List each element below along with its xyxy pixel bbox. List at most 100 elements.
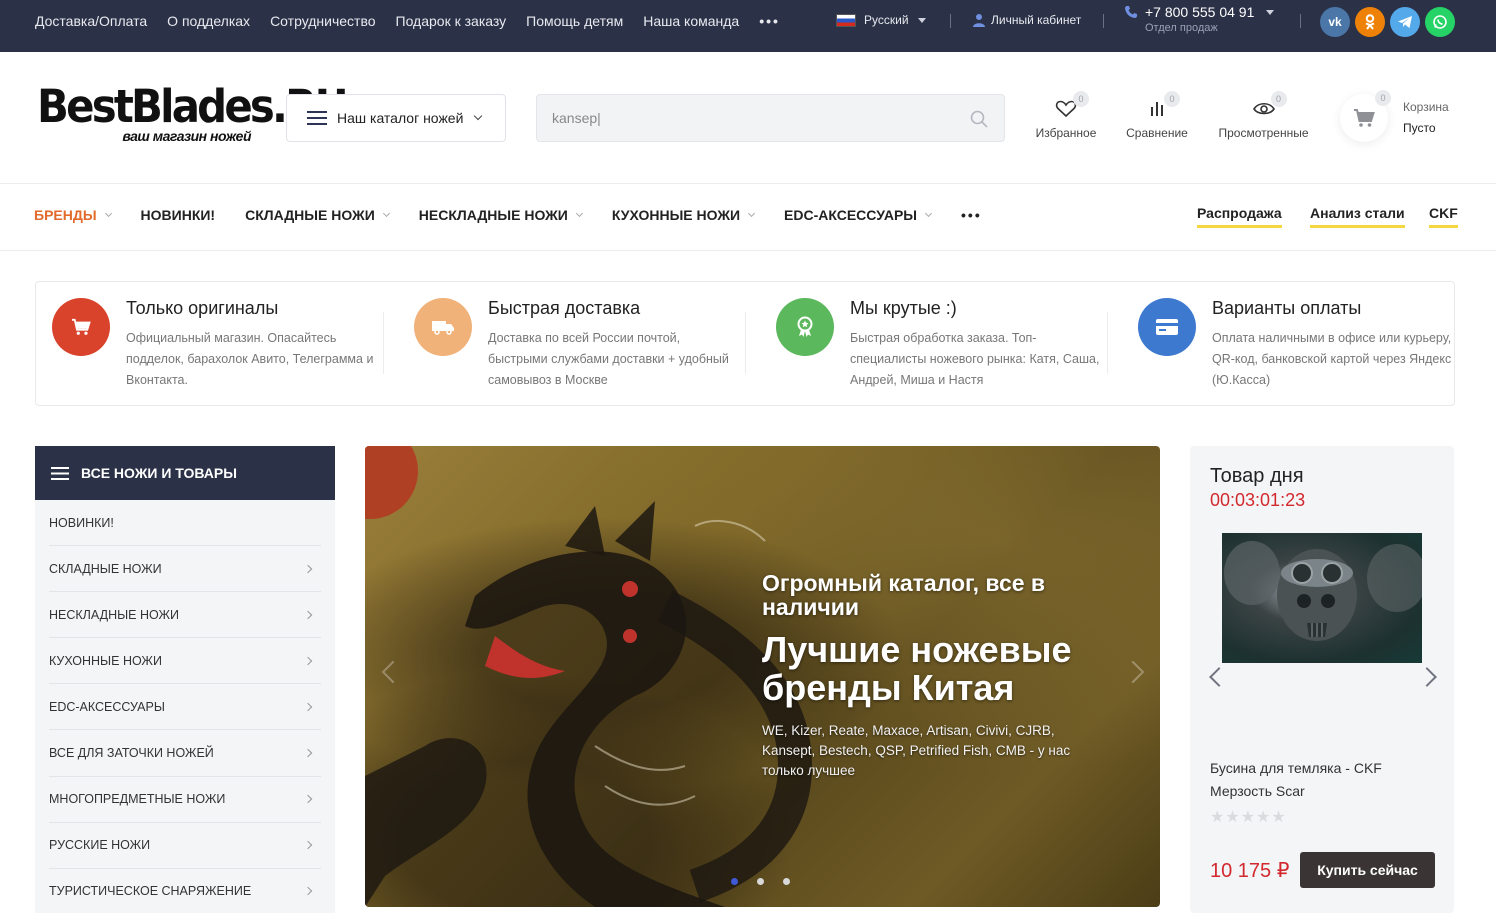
sidebar-title: ВСЕ НОЖИ И ТОВАРЫ: [81, 465, 237, 481]
cart-icon: [52, 298, 110, 356]
shopping-cart-icon: [1354, 109, 1375, 127]
slider-dot[interactable]: [731, 878, 738, 885]
chevron-right-icon: [303, 610, 313, 619]
search-icon[interactable]: [970, 110, 988, 128]
product-price: 10 175 ₽: [1210, 860, 1290, 882]
star-icon: ★: [1271, 809, 1287, 826]
star-icon: ★: [1240, 809, 1257, 826]
divider: [1300, 14, 1301, 28]
telegram-icon[interactable]: [1390, 7, 1420, 37]
nav-link-steel-analysis[interactable]: Анализ стали: [1310, 205, 1405, 228]
category-sidebar: ВСЕ НОЖИ И ТОВАРЫ НОВИНКИ! СКЛАДНЫЕ НОЖИ…: [35, 446, 335, 913]
social-links: vk: [1320, 7, 1460, 37]
logo-text: BestBlades.RU: [37, 80, 349, 133]
top-link-fakes[interactable]: О подделках: [167, 13, 250, 29]
top-link-gift[interactable]: Подарок к заказу: [396, 13, 507, 29]
cart-summary[interactable]: Корзина Пусто: [1403, 100, 1449, 135]
language-label: Русский: [864, 13, 909, 27]
feature-title: Мы крутые :): [850, 298, 957, 318]
language-selector[interactable]: Русский: [836, 13, 926, 27]
top-more-button[interactable]: •••: [759, 13, 780, 29]
cart-button[interactable]: 0: [1340, 90, 1391, 142]
feature-text: Быстрая обработка заказа. Топ-специалист…: [850, 331, 1100, 387]
phone-icon: [1125, 6, 1137, 18]
sidebar-item-multitools[interactable]: МНОГОПРЕДМЕТНЫЕ НОЖИ: [49, 777, 321, 823]
nav-item-fixed-knives[interactable]: НЕСКЛАДНЫЕ НОЖИ: [418, 207, 583, 223]
product-of-day: Товар дня 00:03:01:23 Бусина для темляка…: [1190, 446, 1454, 913]
menu-icon: [51, 466, 69, 480]
account-link[interactable]: Личный кабинет: [972, 13, 1081, 27]
divider: [1107, 312, 1108, 374]
favorites-label: Избранное: [1035, 126, 1097, 140]
sidebar-item-kitchen[interactable]: КУХОННЫЕ НОЖИ: [49, 638, 321, 685]
product-prev-icon[interactable]: [1209, 667, 1229, 687]
nav-item-label: СКЛАДНЫЕ НОЖИ: [245, 207, 375, 223]
sidebar-item-label: ТУРИСТИЧЕСКОЕ СНАРЯЖЕНИЕ: [49, 884, 252, 899]
nav-item-label: НЕСКЛАДНЫЕ НОЖИ: [418, 207, 568, 223]
nav-link-sale[interactable]: Распродажа: [1197, 205, 1282, 228]
menu-icon: [307, 111, 327, 125]
slider-dot[interactable]: [757, 878, 764, 885]
nav-item-kitchen-knives[interactable]: КУХОННЫЕ НОЖИ: [612, 207, 756, 223]
product-image[interactable]: [1222, 533, 1422, 663]
sidebar-item-folding[interactable]: СКЛАДНЫЕ НОЖИ: [49, 546, 321, 593]
feature-text: Официальный магазин. Опасайтесь подделок…: [126, 331, 374, 387]
product-name[interactable]: Бусина для темляка - CKF Мерзость Scar: [1210, 757, 1430, 803]
feature-text: Оплата наличными в офисе или курьеру, QR…: [1212, 331, 1452, 387]
chevron-down-icon: [575, 209, 583, 217]
features-strip: Только оригиналы Официальный магазин. Оп…: [35, 281, 1455, 406]
cart-label: Корзина: [1403, 100, 1449, 114]
nav-item-folding-knives[interactable]: СКЛАДНЫЕ НОЖИ: [245, 207, 390, 223]
russia-flag-icon: [836, 13, 856, 27]
nav-item-new[interactable]: НОВИНКИ!: [141, 207, 216, 223]
nav-more-button[interactable]: •••: [961, 207, 982, 223]
search-input[interactable]: [537, 95, 937, 141]
star-icon: ★: [1225, 809, 1241, 826]
top-link-team[interactable]: Наша команда: [643, 13, 739, 29]
top-link-charity[interactable]: Помощь детям: [526, 13, 623, 29]
feature-title: Варианты оплаты: [1212, 298, 1362, 318]
whatsapp-icon[interactable]: [1425, 7, 1455, 37]
chevron-down-icon: [382, 209, 390, 217]
viewed-label: Просмотренные: [1218, 126, 1309, 140]
vk-icon[interactable]: vk: [1320, 7, 1350, 37]
sidebar-item-tourist[interactable]: ТУРИСТИЧЕСКОЕ СНАРЯЖЕНИЕ: [49, 869, 321, 913]
sidebar-item-new[interactable]: НОВИНКИ!: [49, 500, 321, 547]
sidebar-item-sharpening[interactable]: ВСЕ ДЛЯ ЗАТОЧКИ НОЖЕЙ: [49, 730, 321, 777]
sidebar-item-label: КУХОННЫЕ НОЖИ: [49, 653, 162, 668]
top-link-delivery[interactable]: Доставка/Оплата: [35, 13, 147, 29]
sidebar-item-russian[interactable]: РУССКИЕ НОЖИ: [49, 823, 321, 869]
user-icon: [973, 14, 985, 27]
compare-link[interactable]: 0 Сравнение: [1126, 91, 1188, 140]
chevron-right-icon: [303, 656, 313, 666]
credit-card-icon: [1138, 298, 1196, 356]
nav-item-brands[interactable]: БРЕНДЫ: [34, 207, 112, 223]
phone-block[interactable]: +7 800 555 04 91 Отдел продаж: [1124, 4, 1275, 34]
odnoklassniki-icon[interactable]: [1355, 7, 1385, 37]
favorites-link[interactable]: 0 Избранное: [1035, 91, 1097, 140]
site-logo[interactable]: BestBlades.RU ваш магазин ножей: [37, 80, 349, 145]
divider: [950, 14, 951, 28]
viewed-link[interactable]: 0 Просмотренные: [1217, 91, 1310, 140]
sidebar-item-label: РУССКИЕ НОЖИ: [49, 838, 151, 853]
sidebar-item-label: СКЛАДНЫЕ НОЖИ: [49, 561, 162, 576]
product-next-icon[interactable]: [1417, 667, 1437, 687]
sidebar-item-label: EDC-АКСЕССУАРЫ: [49, 699, 165, 714]
chevron-down-icon: [104, 209, 112, 217]
buy-now-button[interactable]: Купить сейчас: [1300, 852, 1435, 888]
slider-dot[interactable]: [783, 878, 790, 885]
viewed-count: 0: [1270, 91, 1287, 107]
cart-count: 0: [1375, 90, 1391, 106]
hero-banner[interactable]: Огромный каталог, все в наличии Лучшие н…: [365, 446, 1160, 907]
sidebar-item-edc[interactable]: EDC-АКСЕССУАРЫ: [49, 684, 321, 731]
sidebar-header[interactable]: ВСЕ НОЖИ И ТОВАРЫ: [35, 446, 335, 500]
nav-link-ckf[interactable]: CKF: [1429, 205, 1458, 228]
nav-item-label: НОВИНКИ!: [140, 207, 216, 223]
catalog-button-label: Наш каталог ножей: [337, 110, 464, 126]
catalog-dropdown-button[interactable]: Наш каталог ножей: [286, 94, 506, 142]
top-link-cooperation[interactable]: Сотрудничество: [270, 13, 375, 29]
divider: [0, 183, 1496, 184]
divider: [383, 312, 384, 374]
nav-item-edc[interactable]: EDC-АКСЕССУАРЫ: [784, 207, 933, 223]
sidebar-item-fixed[interactable]: НЕСКЛАДНЫЕ НОЖИ: [49, 592, 321, 639]
